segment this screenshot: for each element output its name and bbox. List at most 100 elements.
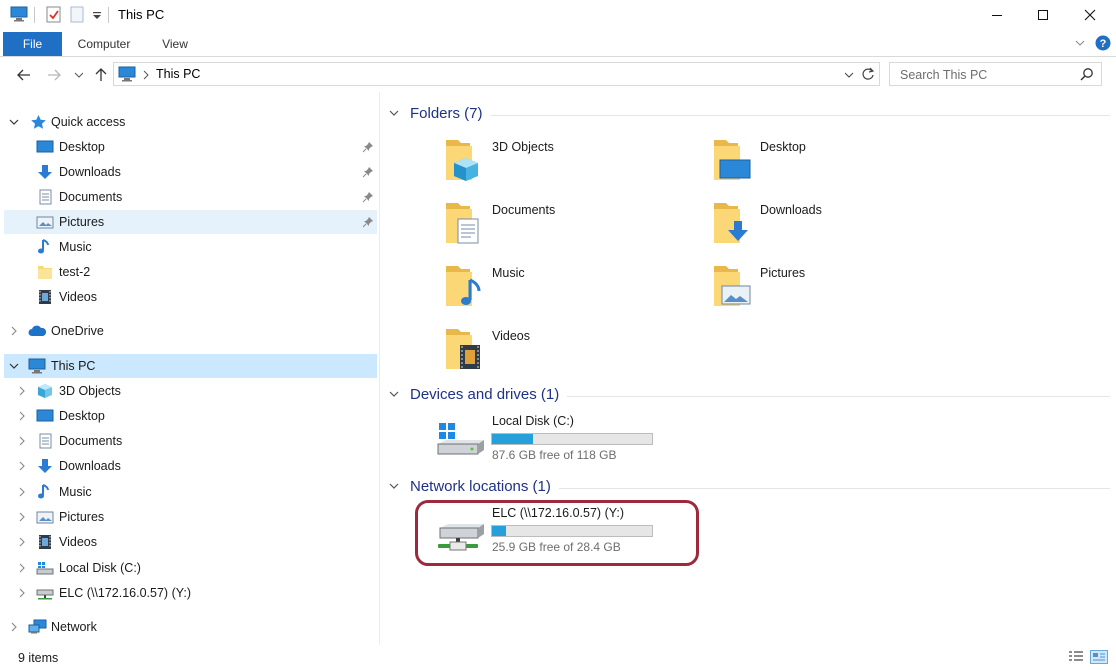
sidebar-item-onedrive[interactable]: OneDrive <box>4 319 377 343</box>
sidebar-item-label: Desktop <box>59 409 105 423</box>
search-icon[interactable] <box>1080 67 1094 84</box>
chevron-right-icon[interactable] <box>16 562 28 574</box>
sidebar-item-videos[interactable]: Videos <box>4 285 377 309</box>
properties-icon[interactable] <box>46 6 62 26</box>
sidebar-item-label: Pictures <box>59 215 105 229</box>
tab-file[interactable]: File <box>3 32 62 56</box>
address-bar[interactable]: This PC <box>113 62 880 86</box>
chevron-right-icon[interactable] <box>16 511 28 523</box>
pin-icon[interactable] <box>362 216 374 231</box>
chevron-right-icon[interactable] <box>16 385 28 397</box>
recent-locations-button[interactable] <box>72 66 86 84</box>
search-input[interactable] <box>898 66 1072 84</box>
chevron-right-icon[interactable] <box>16 587 28 599</box>
sidebar-item-label: Quick access <box>51 115 126 129</box>
folder-tile-videos[interactable]: Videos <box>444 321 704 379</box>
this-pc-icon <box>118 66 136 85</box>
folder-tile-desktop[interactable]: Desktop <box>712 132 972 190</box>
3d-objects-folder-icon <box>444 134 484 185</box>
chevron-right-icon[interactable] <box>16 435 28 447</box>
tab-view[interactable]: View <box>148 32 202 56</box>
chevron-down-icon[interactable] <box>388 108 400 122</box>
group-header-network-locations[interactable]: Network locations (1) <box>386 477 1110 497</box>
content-pane: Folders (7) 3D Objects Desktop Documents… <box>380 92 1116 645</box>
up-arrow-icon <box>95 68 107 81</box>
chevron-down-icon[interactable] <box>388 481 400 495</box>
sidebar-item-label: Documents <box>59 190 123 204</box>
back-button[interactable] <box>14 66 34 84</box>
videos-icon <box>36 534 53 550</box>
pin-icon[interactable] <box>362 141 374 156</box>
group-header-folders[interactable]: Folders (7) <box>386 104 1110 124</box>
sidebar-item-desktop[interactable]: Desktop <box>4 404 377 428</box>
close-icon <box>1084 9 1096 21</box>
maximize-button[interactable] <box>1020 0 1066 30</box>
folder-tile-pictures[interactable]: Pictures <box>712 258 972 316</box>
close-button[interactable] <box>1067 0 1113 30</box>
up-button[interactable] <box>93 66 109 84</box>
folder-tile-downloads[interactable]: Downloads <box>712 195 972 253</box>
chevron-right-icon[interactable] <box>16 486 28 498</box>
pin-icon[interactable] <box>362 166 374 181</box>
this-pc-icon <box>10 6 28 25</box>
sidebar-item-music[interactable]: Music <box>4 480 377 504</box>
chevron-right-icon[interactable] <box>8 621 20 633</box>
minimize-button[interactable] <box>974 0 1020 30</box>
chevron-down-icon[interactable] <box>388 389 400 403</box>
breadcrumb[interactable]: This PC <box>156 67 200 81</box>
chevron-down-icon[interactable] <box>8 360 20 372</box>
tile-label: Music <box>492 266 525 280</box>
divider <box>410 115 1110 116</box>
folder-tile-documents[interactable]: Documents <box>444 195 704 253</box>
chevron-down-icon[interactable] <box>8 116 20 128</box>
sidebar-item-downloads[interactable]: Downloads <box>4 454 377 478</box>
sidebar-item-label: Network <box>51 620 97 634</box>
forward-arrow-icon <box>48 69 61 81</box>
customize-toolbar-icon[interactable] <box>92 10 102 24</box>
tile-label: Videos <box>492 329 530 343</box>
drive-tile-elc-network[interactable]: ELC (\\172.16.0.57) (Y:) 25.9 GB free of… <box>436 506 716 566</box>
folder-tile-music[interactable]: Music <box>444 258 704 316</box>
search-box[interactable] <box>889 62 1102 86</box>
chevron-right-icon[interactable] <box>8 325 20 337</box>
address-history-icon[interactable] <box>844 69 854 83</box>
refresh-icon[interactable] <box>861 67 875 84</box>
group-title: Folders (7) <box>410 105 491 122</box>
sidebar-item-desktop[interactable]: Desktop <box>4 135 377 159</box>
breadcrumb-chevron-icon[interactable] <box>142 69 150 83</box>
chevron-right-icon[interactable] <box>16 410 28 422</box>
new-folder-icon[interactable] <box>70 6 85 26</box>
sidebar-item-videos[interactable]: Videos <box>4 530 377 554</box>
separator <box>34 7 36 26</box>
sidebar-item-label: Downloads <box>59 459 121 473</box>
folder-tile-3d-objects[interactable]: 3D Objects <box>444 132 704 190</box>
sidebar-item-documents[interactable]: Documents <box>4 429 377 453</box>
sidebar-item-documents[interactable]: Documents <box>4 185 377 209</box>
sidebar-item-test-2[interactable]: test-2 <box>4 260 377 284</box>
details-view-button[interactable] <box>1068 650 1084 664</box>
sidebar-item-pictures[interactable]: Pictures <box>4 210 377 234</box>
sidebar-item-downloads[interactable]: Downloads <box>4 160 377 184</box>
sidebar-item-elc-network-drive[interactable]: ELC (\\172.16.0.57) (Y:) <box>4 581 377 605</box>
chevron-right-icon[interactable] <box>16 536 28 548</box>
sidebar-item-local-disk[interactable]: Local Disk (C:) <box>4 556 377 580</box>
expand-ribbon-icon[interactable] <box>1074 37 1086 51</box>
status-bar: 9 items <box>0 646 1116 670</box>
forward-button[interactable] <box>44 66 64 84</box>
sidebar-item-this-pc[interactable]: This PC <box>4 354 377 378</box>
tab-computer[interactable]: Computer <box>66 32 142 56</box>
sidebar-item-quick-access[interactable]: Quick access <box>4 110 377 134</box>
help-icon[interactable]: ? <box>1095 35 1111 54</box>
drive-free-space: 87.6 GB free of 118 GB <box>492 448 617 462</box>
chevron-right-icon[interactable] <box>16 460 28 472</box>
drive-tile-local-disk[interactable]: Local Disk (C:) 87.6 GB free of 118 GB <box>436 414 716 474</box>
sidebar-item-pictures[interactable]: Pictures <box>4 505 377 529</box>
pictures-folder-icon <box>712 260 752 311</box>
large-icons-view-button[interactable] <box>1090 650 1108 664</box>
sidebar-item-music[interactable]: Music <box>4 235 377 259</box>
sidebar-item-3d-objects[interactable]: 3D Objects <box>4 379 377 403</box>
sidebar-item-network[interactable]: Network <box>4 615 377 639</box>
group-header-devices-and-drives[interactable]: Devices and drives (1) <box>386 385 1110 405</box>
pin-icon[interactable] <box>362 191 374 206</box>
navigation-pane: Quick access Desktop Downloads Documents… <box>0 100 379 645</box>
